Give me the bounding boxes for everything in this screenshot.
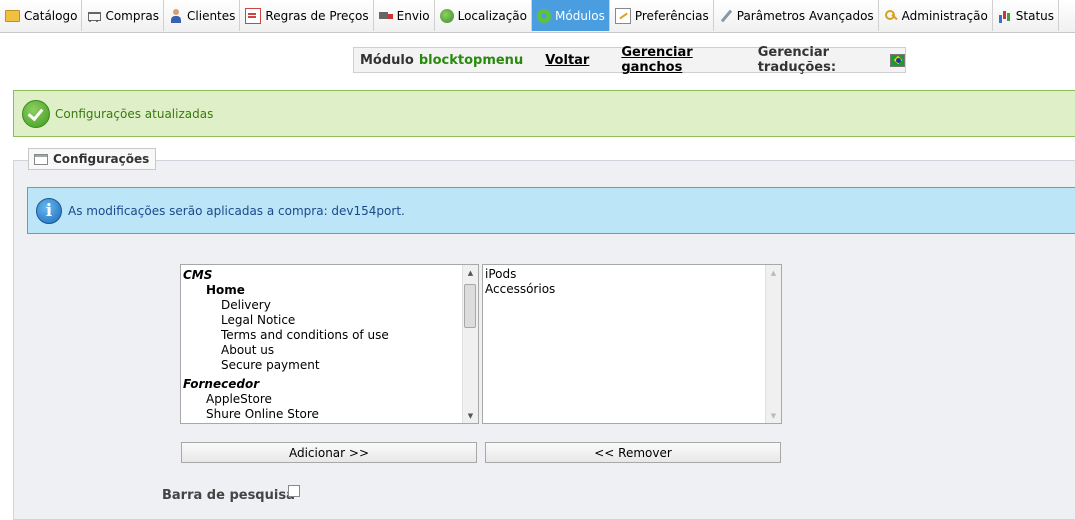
tab-3[interactable]: Regras de Preços (240, 0, 374, 31)
tab-0[interactable]: Catálogo (0, 0, 83, 31)
tab-label: Status (1015, 8, 1055, 23)
tab-8[interactable]: Parâmetros Avançados (714, 0, 879, 31)
manage-translations-label: Gerenciar traduções: (757, 45, 837, 75)
list-option[interactable]: iPods (485, 267, 516, 282)
info-banner: i As modificações serão aplicadas a comp… (27, 187, 1075, 234)
module-label: Módulo (360, 52, 414, 68)
list-option[interactable]: Accessórios (485, 282, 555, 297)
tab-label: Compras (105, 8, 160, 23)
list-option[interactable]: Home (206, 283, 245, 298)
tab-label: Clientes (187, 8, 236, 23)
settings-legend: Configurações (28, 148, 157, 170)
tab-label: Envio (396, 8, 430, 23)
price-rules-icon (245, 7, 262, 24)
scroll-thumb[interactable] (464, 284, 476, 328)
search-bar-label: Barra de pesquisa (162, 488, 295, 503)
success-banner: Configurações atualizadas (13, 90, 1075, 137)
preferences-icon (614, 7, 631, 24)
add-button[interactable]: Adicionar >> (181, 442, 477, 463)
selected-items-list[interactable]: ▲ ▼ iPods Accessórios (482, 264, 782, 424)
tab-6[interactable]: Módulos (532, 0, 610, 31)
list-option[interactable]: AppleStore (206, 392, 272, 407)
cart-icon (87, 9, 102, 23)
globe-icon (439, 8, 454, 23)
manage-hooks-link[interactable]: Gerenciar ganchos (621, 45, 731, 75)
settings-legend-label: Configurações (53, 152, 150, 166)
tab-9[interactable]: Administração (879, 0, 993, 31)
list-option[interactable]: Secure payment (221, 358, 320, 373)
available-list-scrollbar[interactable]: ▲ ▼ (462, 265, 478, 423)
remove-button[interactable]: << Remover (485, 442, 781, 463)
scroll-down-icon[interactable]: ▼ (766, 408, 781, 423)
tab-label: Administração (901, 8, 988, 23)
search-bar-checkbox[interactable] (288, 485, 300, 497)
info-icon: i (36, 197, 62, 224)
selected-list-scrollbar[interactable]: ▲ ▼ (765, 265, 781, 423)
key-icon (884, 9, 898, 23)
wrench-icon (719, 9, 733, 23)
tab-label: Localização (457, 8, 527, 23)
tab-label: Módulos (555, 8, 605, 23)
success-message: Configurações atualizadas (55, 106, 214, 121)
tab-7[interactable]: Preferências (610, 0, 714, 31)
tab-label: Regras de Preços (265, 8, 369, 23)
main-nav: Catálogo Compras Clientes Regras de Preços E… (0, 0, 1075, 33)
truck-icon (378, 9, 393, 23)
scroll-up-icon[interactable]: ▲ (463, 265, 478, 280)
module-name: blocktopmenu (418, 52, 524, 68)
list-option[interactable]: Terms and conditions of use (221, 328, 389, 343)
brazil-flag-icon[interactable] (890, 53, 905, 67)
stats-icon (998, 9, 1012, 23)
tab-1[interactable]: Compras (82, 0, 165, 31)
tab-label: Parâmetros Avançados (736, 8, 874, 23)
window-icon (34, 153, 48, 165)
scroll-down-icon[interactable]: ▼ (463, 408, 478, 423)
list-option[interactable]: Delivery (221, 298, 271, 313)
list-option[interactable]: About us (221, 343, 274, 358)
tab-label: Preferências (634, 8, 709, 23)
back-link[interactable]: Voltar (545, 53, 589, 68)
module-toolbar: Módulo blocktopmenu Voltar Gerenciar gan… (353, 45, 906, 75)
option-group: CMS (183, 268, 213, 282)
check-icon (22, 99, 50, 128)
info-message: As modificações serão aplicadas a compra… (68, 203, 405, 218)
tab-label: Catálogo (24, 8, 78, 23)
user-icon (169, 8, 183, 23)
folder-icon (5, 9, 20, 22)
tab-2[interactable]: Clientes (164, 0, 241, 31)
scroll-up-icon[interactable]: ▲ (766, 265, 781, 280)
tab-4[interactable]: Envio (374, 0, 435, 31)
gear-icon (537, 8, 551, 23)
available-items-list[interactable]: ▲ ▼ CMS Home Delivery Legal Notice Terms and… (180, 264, 479, 424)
list-option[interactable]: Shure Online Store (206, 407, 319, 422)
tab-5[interactable]: Localização (435, 0, 532, 31)
option-group: Fornecedor (183, 377, 260, 391)
list-option[interactable]: Legal Notice (221, 313, 295, 328)
tab-10[interactable]: Status (993, 0, 1060, 31)
